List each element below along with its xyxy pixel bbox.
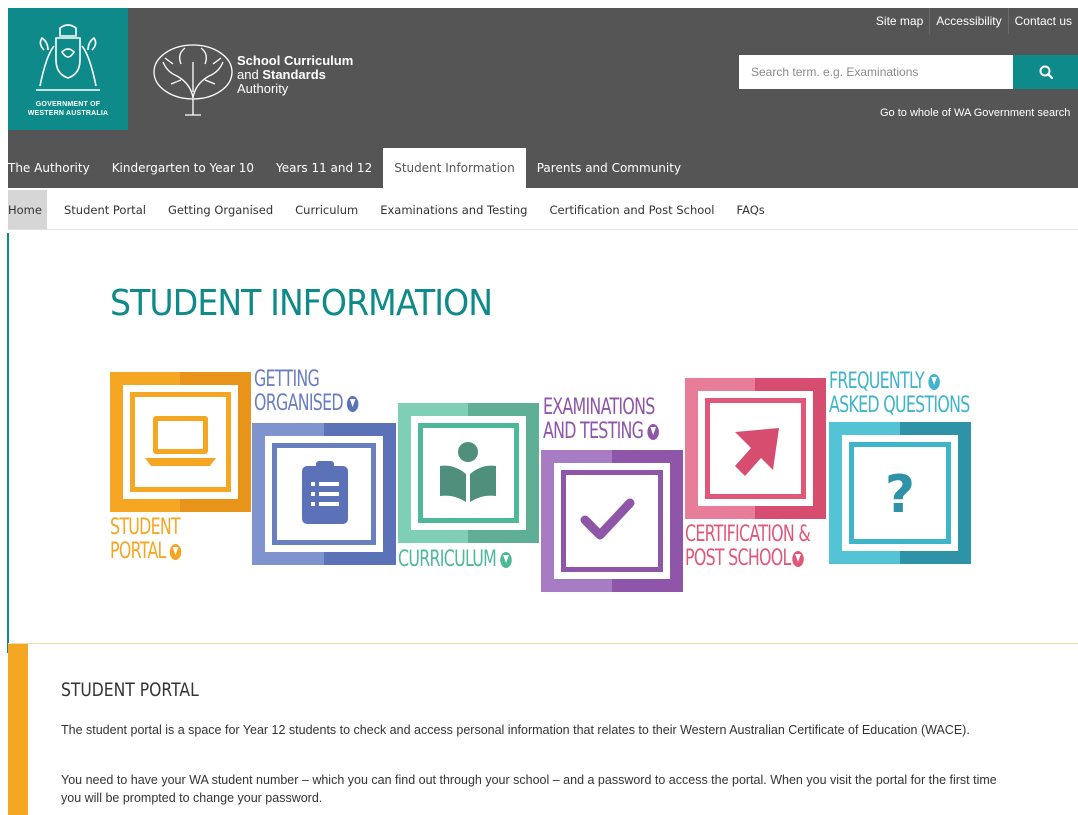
section-divider xyxy=(8,643,1078,644)
faq-line-1: FREQUENTLY xyxy=(829,370,970,394)
certification-tile[interactable] xyxy=(685,378,826,519)
gov-line-2: WESTERN AUSTRALIA xyxy=(27,110,109,117)
student-portal-line-1: STUDENT xyxy=(110,515,181,540)
curriculum-tile[interactable] xyxy=(398,403,539,543)
tab-kindergarten-to-year-10[interactable]: Kindergarten to Year 10 xyxy=(101,148,265,188)
site-map-link[interactable]: Site map xyxy=(870,8,929,34)
tile-label-faq[interactable]: FREQUENTLY ASKED QUESTIONS xyxy=(829,370,970,418)
wa-government-logo[interactable]: GOVERNMENT OF WESTERN AUSTRALIA xyxy=(8,8,128,130)
getting-organised-line-2: ORGANISED xyxy=(254,392,359,416)
tile-label-getting-organised[interactable]: GETTING ORGANISED xyxy=(254,368,359,416)
section-paragraph-1: The student portal is a space for Year 1… xyxy=(61,723,970,737)
arrow-down-circle-icon xyxy=(647,424,660,440)
tab-parents-and-community[interactable]: Parents and Community xyxy=(526,148,692,188)
certification-line-2: POST SCHOOL xyxy=(685,547,810,571)
search-input[interactable] xyxy=(739,55,1013,89)
subnav-curriculum[interactable]: Curriculum xyxy=(284,190,369,229)
faq-line-2: ASKED QUESTIONS xyxy=(829,393,970,418)
page-title: STUDENT INFORMATION xyxy=(110,283,493,324)
getting-organised-line-1: GETTING xyxy=(254,367,320,392)
utility-nav: Site map Accessibility Contact us xyxy=(870,8,1078,34)
search-button[interactable] xyxy=(1013,55,1078,89)
arrow-down-circle-icon xyxy=(169,544,182,560)
tab-student-information[interactable]: Student Information xyxy=(383,148,526,188)
arrow-down-circle-icon xyxy=(928,374,940,390)
examinations-line-1: EXAMINATIONS xyxy=(543,395,655,420)
scsa-line-3: Authority xyxy=(237,81,289,96)
section-accent-bar xyxy=(8,644,28,815)
scsa-line-1: School Curriculum xyxy=(237,53,354,68)
examinations-line-2: AND TESTING xyxy=(543,420,660,444)
scsa-logo-text[interactable]: School Curriculum and Standards Authorit… xyxy=(237,54,353,96)
arrow-down-circle-icon xyxy=(792,551,804,567)
subnav-examinations-and-testing[interactable]: Examinations and Testing xyxy=(369,190,538,229)
tile-label-curriculum[interactable]: CURRICULUM xyxy=(398,548,512,572)
arrow-down-circle-icon xyxy=(500,552,512,568)
section-title: STUDENT PORTAL xyxy=(61,679,199,701)
tab-years-11-and-12[interactable]: Years 11 and 12 xyxy=(265,148,383,188)
student-portal-line-2: PORTAL xyxy=(110,540,182,564)
tile-label-student-portal[interactable]: STUDENT PORTAL xyxy=(110,516,182,564)
subnav-student-portal[interactable]: Student Portal xyxy=(53,190,157,229)
curriculum-line-1: CURRICULUM xyxy=(398,548,512,572)
wa-government-search-link[interactable]: Go to whole of WA Government search xyxy=(880,107,1070,119)
accessibility-link[interactable]: Accessibility xyxy=(929,8,1007,34)
arrow-down-circle-icon xyxy=(347,396,359,412)
examinations-tile[interactable] xyxy=(541,450,683,592)
section-paragraph-2: You need to have your WA student number … xyxy=(61,773,997,805)
tile-label-examinations[interactable]: EXAMINATIONS AND TESTING xyxy=(543,395,660,444)
scsa-line-2: and Standards xyxy=(237,67,326,82)
sub-nav: Home Student Portal Getting Organised Cu… xyxy=(8,190,1078,230)
page: GOVERNMENT OF WESTERN AUSTRALIA School C… xyxy=(0,0,1078,815)
left-border-rule xyxy=(7,233,9,653)
getting-organised-tile[interactable] xyxy=(252,423,396,565)
student-portal-tile[interactable] xyxy=(110,372,251,512)
certification-line-1: CERTIFICATION & xyxy=(685,522,811,547)
contact-us-link[interactable]: Contact us xyxy=(1007,8,1078,34)
scsa-tree-logo-icon[interactable] xyxy=(151,42,235,118)
faq-tile[interactable] xyxy=(829,422,971,564)
site-header: GOVERNMENT OF WESTERN AUSTRALIA School C… xyxy=(8,8,1078,148)
gov-logo-text: GOVERNMENT OF WESTERN AUSTRALIA xyxy=(8,100,128,118)
subnav-getting-organised[interactable]: Getting Organised xyxy=(157,190,284,229)
search-icon xyxy=(1039,65,1053,79)
subnav-certification-and-post-school[interactable]: Certification and Post School xyxy=(538,190,725,229)
main-nav: The Authority Kindergarten to Year 10 Ye… xyxy=(8,148,1078,188)
subnav-home[interactable]: Home xyxy=(8,190,47,229)
tab-the-authority[interactable]: The Authority xyxy=(8,148,101,188)
subnav-faqs[interactable]: FAQs xyxy=(726,190,776,229)
gov-line-1: GOVERNMENT OF xyxy=(35,101,101,108)
coat-of-arms-icon xyxy=(36,24,100,91)
tile-label-certification[interactable]: CERTIFICATION & POST SCHOOL xyxy=(685,522,811,571)
